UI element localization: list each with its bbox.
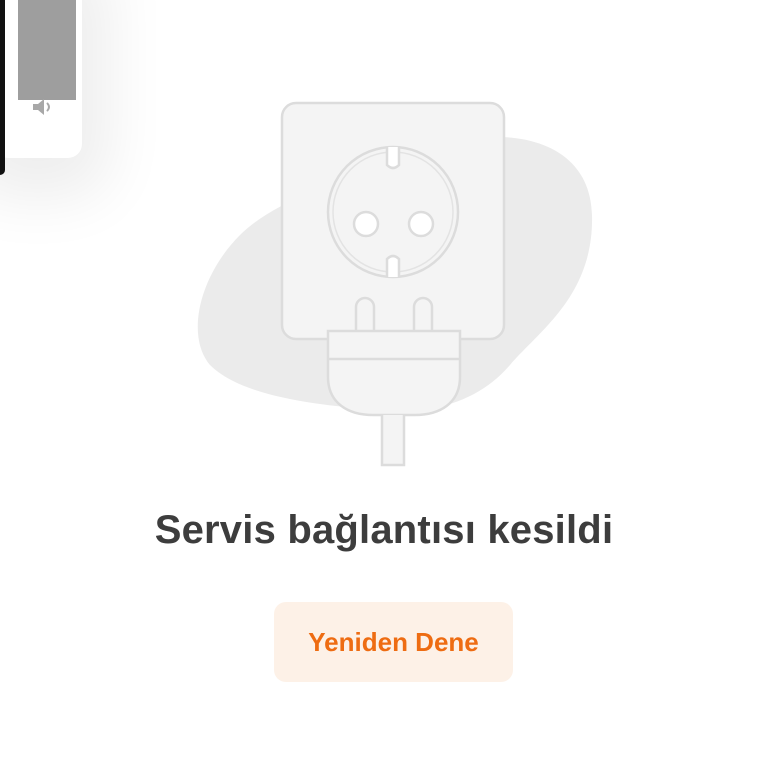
ground-clip-top xyxy=(385,147,401,170)
service-disconnected-screen: Servis bağlantısı kesildi Yeniden Dene xyxy=(0,0,768,768)
unplugged-socket-icon xyxy=(197,101,593,467)
screen-edge xyxy=(0,0,5,175)
socket-hole-left xyxy=(352,210,380,238)
plug-body xyxy=(326,329,462,417)
socket-hole-right xyxy=(407,210,435,238)
volume-overlay[interactable] xyxy=(0,0,82,158)
speaker-icon xyxy=(33,99,50,115)
volume-level-bar[interactable] xyxy=(18,0,76,100)
error-title: Servis bağlantısı kesildi xyxy=(154,508,614,552)
plug-cable xyxy=(380,415,406,467)
retry-button[interactable]: Yeniden Dene xyxy=(274,602,513,682)
ground-clip-bottom xyxy=(385,254,401,277)
